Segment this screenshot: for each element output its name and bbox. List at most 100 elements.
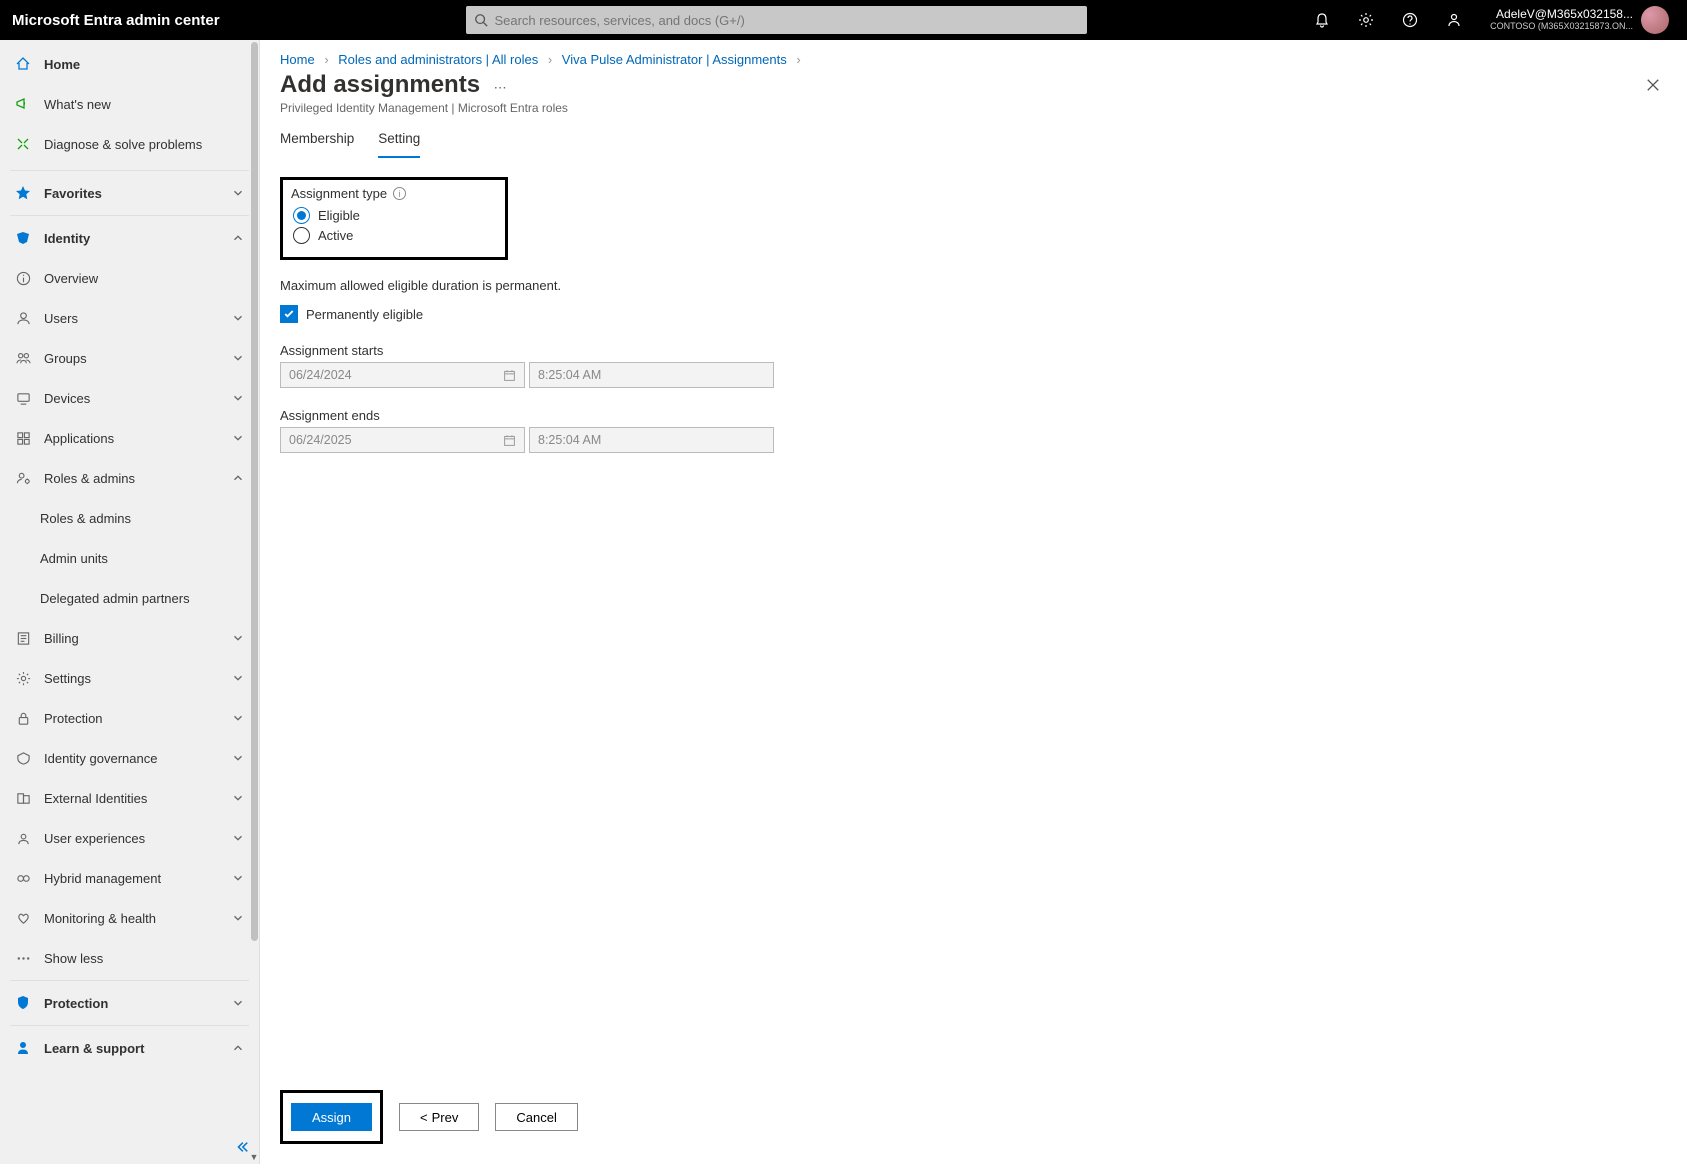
breadcrumb-roles[interactable]: Roles and administrators | All roles (338, 52, 538, 67)
chevron-down-icon (231, 186, 245, 200)
sidebar-label: Settings (44, 671, 231, 686)
collapse-icon (235, 1140, 249, 1154)
close-button[interactable] (1639, 71, 1667, 99)
sidebar-item-external[interactable]: External Identities (0, 778, 259, 818)
assign-button[interactable]: Assign (291, 1103, 372, 1131)
chevron-up-icon (231, 471, 245, 485)
heart-icon (14, 909, 32, 927)
breadcrumb-sep: › (790, 52, 806, 67)
sidebar-label: Groups (44, 351, 231, 366)
date-value: 06/24/2024 (289, 368, 352, 382)
radio-eligible-input[interactable] (293, 207, 310, 224)
info-icon (14, 269, 32, 287)
calendar-icon (503, 369, 516, 382)
prev-label: Prev (432, 1110, 459, 1125)
sidebar-label: Home (44, 57, 245, 72)
sidebar-item-users[interactable]: Users (0, 298, 259, 338)
sidebar-label: Favorites (44, 186, 231, 201)
sidebar-label: Delegated admin partners (40, 591, 245, 606)
cancel-button[interactable]: Cancel (495, 1103, 577, 1131)
sidebar-item-protection-sub[interactable]: Protection (0, 698, 259, 738)
sidebar-item-devices[interactable]: Devices (0, 378, 259, 418)
tab-membership[interactable]: Membership (280, 123, 354, 158)
sidebar-collapse-button[interactable] (231, 1136, 253, 1158)
assignment-ends-date[interactable]: 06/24/2025 (280, 427, 525, 453)
page-more-button[interactable]: ⋯ (494, 80, 507, 96)
user-account-menu[interactable]: AdeleV@M365x032158... CONTOSO (M365X0321… (1478, 6, 1675, 34)
global-search-input[interactable] (488, 13, 1079, 28)
info-icon[interactable]: i (393, 187, 406, 200)
radio-eligible[interactable]: Eligible (293, 207, 495, 224)
assignment-type-label: Assignment type i (291, 186, 495, 201)
sidebar-item-home[interactable]: Home (0, 44, 259, 84)
sidebar-subitem-admin-units[interactable]: Admin units (0, 538, 259, 578)
assignment-starts-date[interactable]: 06/24/2024 (280, 362, 525, 388)
sidebar-subitem-delegated[interactable]: Delegated admin partners (0, 578, 259, 618)
sidebar-item-hybrid[interactable]: Hybrid management (0, 858, 259, 898)
sidebar-item-overview[interactable]: Overview (0, 258, 259, 298)
sidebar: Home What's new Diagnose & solve problem… (0, 40, 260, 1164)
checkbox-checked[interactable] (280, 305, 298, 323)
footer-buttons: Assign < Prev Cancel (260, 1089, 1687, 1164)
time-value: 8:25:04 AM (538, 433, 601, 447)
sidebar-item-protection[interactable]: Protection (0, 983, 259, 1023)
radio-active-input[interactable] (293, 227, 310, 244)
chevron-down-icon (231, 631, 245, 645)
sidebar-item-showless[interactable]: Show less (0, 938, 259, 978)
assign-highlight: Assign (280, 1090, 383, 1144)
header-right-icons: AdeleV@M365x032158... CONTOSO (M365X0321… (1302, 0, 1675, 40)
scrollbar-thumb[interactable] (251, 42, 258, 941)
sidebar-item-userexp[interactable]: User experiences (0, 818, 259, 858)
radio-active[interactable]: Active (293, 227, 495, 244)
sidebar-item-diagnose[interactable]: Diagnose & solve problems (0, 124, 259, 164)
sidebar-item-groups[interactable]: Groups (0, 338, 259, 378)
sidebar-label: Users (44, 311, 231, 326)
sidebar-label: Hybrid management (44, 871, 231, 886)
sidebar-item-settings[interactable]: Settings (0, 658, 259, 698)
form-area: Assignment type i Eligible Active Maximu… (260, 159, 1687, 1089)
device-icon (14, 389, 32, 407)
sidebar-item-monitoring[interactable]: Monitoring & health (0, 898, 259, 938)
help-button[interactable] (1390, 0, 1430, 40)
radio-active-label: Active (318, 228, 353, 243)
assignment-starts-group: Assignment starts 06/24/2024 8:25:04 AM (280, 343, 1667, 388)
sidebar-item-roles-admins[interactable]: Roles & admins (0, 458, 259, 498)
assignment-starts-time[interactable]: 8:25:04 AM (529, 362, 774, 388)
sidebar-label: Identity (44, 231, 231, 246)
sidebar-subitem-roles-admins[interactable]: Roles & admins (0, 498, 259, 538)
global-search[interactable] (466, 6, 1087, 34)
sidebar-label: Protection (44, 996, 231, 1011)
sidebar-scrollbar[interactable]: ▼ (249, 40, 259, 1164)
top-header: Microsoft Entra admin center AdeleV@M365… (0, 0, 1687, 40)
assignment-ends-time[interactable]: 8:25:04 AM (529, 427, 774, 453)
lock-icon (14, 709, 32, 727)
prev-button[interactable]: < Prev (399, 1103, 479, 1131)
sidebar-label: Roles & admins (40, 511, 245, 526)
assignment-starts-label: Assignment starts (280, 343, 1667, 358)
notifications-button[interactable] (1302, 0, 1342, 40)
chevron-down-icon (231, 751, 245, 765)
sidebar-item-learn[interactable]: Learn & support (0, 1028, 259, 1068)
breadcrumb-home[interactable]: Home (280, 52, 315, 67)
settings-button[interactable] (1346, 0, 1386, 40)
date-value: 06/24/2025 (289, 433, 352, 447)
sidebar-item-favorites[interactable]: Favorites (0, 173, 259, 213)
breadcrumb-viva[interactable]: Viva Pulse Administrator | Assignments (562, 52, 787, 67)
breadcrumb-sep: › (542, 52, 558, 67)
tab-setting[interactable]: Setting (378, 123, 420, 158)
help-icon (1402, 12, 1418, 28)
megaphone-icon (14, 95, 32, 113)
sidebar-item-idgov[interactable]: Identity governance (0, 738, 259, 778)
sidebar-item-applications[interactable]: Applications (0, 418, 259, 458)
sidebar-item-whatsnew[interactable]: What's new (0, 84, 259, 124)
chevron-down-icon (231, 831, 245, 845)
sidebar-item-identity[interactable]: Identity (0, 218, 259, 258)
chevron-down-icon (231, 871, 245, 885)
permanently-eligible-checkbox[interactable]: Permanently eligible (280, 305, 1667, 323)
user-avatar (1641, 6, 1669, 34)
sidebar-item-billing[interactable]: Billing (0, 618, 259, 658)
duration-hint: Maximum allowed eligible duration is per… (280, 278, 1667, 293)
sidebar-label: Devices (44, 391, 231, 406)
external-icon (14, 789, 32, 807)
feedback-button[interactable] (1434, 0, 1474, 40)
